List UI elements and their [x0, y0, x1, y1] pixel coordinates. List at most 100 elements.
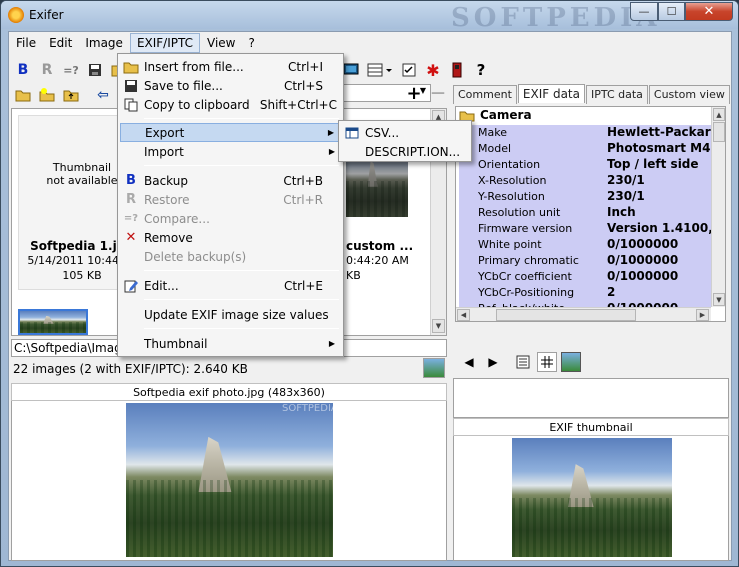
menu-file[interactable]: File [10, 34, 42, 52]
menu-item-label: Delete backup(s) [144, 249, 247, 264]
menu-item-label: Thumbnail [144, 336, 208, 351]
open-button[interactable] [13, 85, 33, 105]
favorites-button[interactable] [37, 85, 57, 105]
menu-edit[interactable]: Edit [43, 34, 78, 52]
device-icon [452, 62, 462, 78]
prev-image-button[interactable]: ◀ [459, 352, 479, 372]
window-title: Exifer [29, 8, 64, 22]
exif-row[interactable]: Make Hewlett-Packard [459, 125, 711, 141]
menu-item-update-exif-size[interactable]: Update EXIF image size values [120, 305, 341, 324]
menu-item-thumbnail[interactable]: Thumbnail ▶ [120, 334, 341, 353]
scroll-down-button[interactable]: ▼ [432, 319, 445, 333]
menu-item-shortcut: Ctrl+R [283, 192, 323, 207]
exif-value: Top / left side [607, 157, 699, 171]
exif-scroll-down[interactable]: ▼ [713, 293, 725, 306]
tab-comment[interactable]: Comment [453, 85, 517, 104]
up-folder-button[interactable] [61, 85, 81, 105]
compare-button[interactable]: =? [61, 60, 81, 80]
back-button[interactable]: ⇦ [93, 85, 113, 105]
menu-item-label: Save to file... [144, 78, 223, 93]
exif-row[interactable]: X-Resolution 230/1 [459, 173, 711, 189]
exif-row[interactable]: YCbCr-Positioning 2 [459, 285, 711, 301]
menu-item-insert-from-file[interactable]: Insert from file... Ctrl+I [120, 57, 341, 76]
exif-hscrollbar[interactable]: ◀ ▶ [456, 307, 711, 321]
backup-button[interactable]: B [13, 60, 33, 80]
exif-key: Y-Resolution [478, 190, 545, 203]
submenu-arrow-icon: ▶ [328, 339, 335, 348]
app-icon[interactable] [8, 7, 24, 23]
image-view-button[interactable] [423, 358, 445, 378]
help-button[interactable]: ? [471, 60, 491, 80]
maximize-button[interactable]: ☐ [658, 2, 685, 21]
tab-exif-data[interactable]: EXIF data [517, 84, 585, 103]
exif-row[interactable]: Orientation Top / left side [459, 157, 711, 173]
restore-button[interactable]: R [37, 60, 57, 80]
device-button[interactable] [447, 60, 467, 80]
exif-key: Primary chromatic [478, 254, 579, 267]
exif-thumbnail-image[interactable] [512, 438, 672, 557]
minimize-button[interactable]: — [630, 2, 658, 21]
remove-icon: ✕ [125, 230, 137, 245]
slideshow-button[interactable] [341, 60, 361, 80]
menu-item-backup[interactable]: B Backup Ctrl+B [120, 171, 341, 190]
submenu-item-descript-ion[interactable]: DESCRIPT.ION... [341, 142, 469, 161]
exif-scroll-thumb[interactable] [713, 122, 725, 142]
thumbnail-selected[interactable] [18, 309, 88, 335]
exif-key: YCbCr coefficient [478, 270, 572, 283]
preview-image[interactable] [126, 403, 333, 557]
menu-item-label: Restore [144, 192, 190, 207]
exif-row[interactable]: Firmware version Version 1.4100,SN [459, 221, 711, 237]
exif-row[interactable]: YCbCr coefficient 0/1000000 [459, 269, 711, 285]
list-view-button[interactable] [513, 352, 533, 372]
exif-value: Photosmart M425 [607, 141, 711, 155]
exif-row[interactable]: Y-Resolution 230/1 [459, 189, 711, 205]
menu-item-remove[interactable]: ✕ Remove [120, 228, 341, 247]
exif-scroll-left[interactable]: ◀ [457, 309, 470, 321]
exif-key: White point [478, 238, 542, 251]
add-button[interactable]: + [404, 83, 424, 104]
save-button[interactable] [85, 60, 105, 80]
exif-value: Version 1.4100,SN [607, 221, 711, 235]
menu-exif-iptc[interactable]: EXIF/IPTC [129, 33, 201, 53]
exif-scroll-right[interactable]: ▶ [696, 309, 709, 321]
checklist-button[interactable] [399, 60, 419, 80]
exif-row[interactable]: White point 0/1000000 [459, 237, 711, 253]
exif-row[interactable]: Model Photosmart M425 [459, 141, 711, 157]
tab-iptc-data[interactable]: IPTC data [586, 85, 648, 104]
tools-button[interactable]: ✱ [423, 60, 443, 80]
menu-item-edit[interactable]: Edit... Ctrl+E [120, 276, 341, 295]
exif-group-camera[interactable]: Camera [480, 108, 532, 122]
exif-row[interactable]: Resolution unit Inch [459, 205, 711, 221]
hex-view-button[interactable] [537, 352, 557, 372]
exif-key: Orientation [478, 158, 541, 171]
exif-thumbnail-header: EXIF thumbnail [453, 418, 729, 436]
next-image-button[interactable]: ▶ [483, 352, 503, 372]
menu-view[interactable]: View [201, 34, 241, 52]
exif-row[interactable]: Primary chromatic 0/1000000 [459, 253, 711, 269]
exif-hscroll-thumb[interactable] [496, 309, 636, 321]
list-icon [516, 355, 530, 369]
menu-item-import[interactable]: Import ▶ [120, 142, 341, 161]
save-icon [123, 78, 139, 94]
menu-item-copy-to-clipboard[interactable]: Copy to clipboard Shift+Ctrl+C [120, 95, 341, 114]
menu-item-shortcut: Ctrl+B [283, 173, 323, 188]
menu-item-shortcut: Ctrl+I [288, 59, 323, 74]
view-mode-button[interactable] [365, 60, 395, 80]
remove-button[interactable]: — [428, 83, 448, 103]
grid-view-icon [367, 63, 392, 77]
menu-item-save-to-file[interactable]: Save to file... Ctrl+S [120, 76, 341, 95]
menu-image[interactable]: Image [79, 34, 129, 52]
close-button[interactable]: ✕ [685, 2, 733, 21]
exif-scroll-up[interactable]: ▲ [713, 108, 725, 121]
menu-item-export[interactable]: Export ▶ [120, 123, 341, 142]
tab-custom-view[interactable]: Custom view [648, 85, 730, 104]
exif-value: 2 [607, 285, 616, 299]
thumbnail-view-button[interactable] [561, 352, 581, 372]
menu-help[interactable]: ? [243, 34, 261, 52]
exif-vscrollbar[interactable]: ▲ ▼ [711, 107, 725, 307]
menu-item-label: Insert from file... [144, 59, 244, 74]
exif-value: 0/1000000 [607, 253, 679, 267]
submenu-item-csv[interactable]: CSV... [341, 123, 469, 142]
title-bar[interactable]: Exifer SOFTPEDIA — ☐ ✕ [1, 1, 738, 33]
menu-item-label: Export [145, 125, 185, 140]
